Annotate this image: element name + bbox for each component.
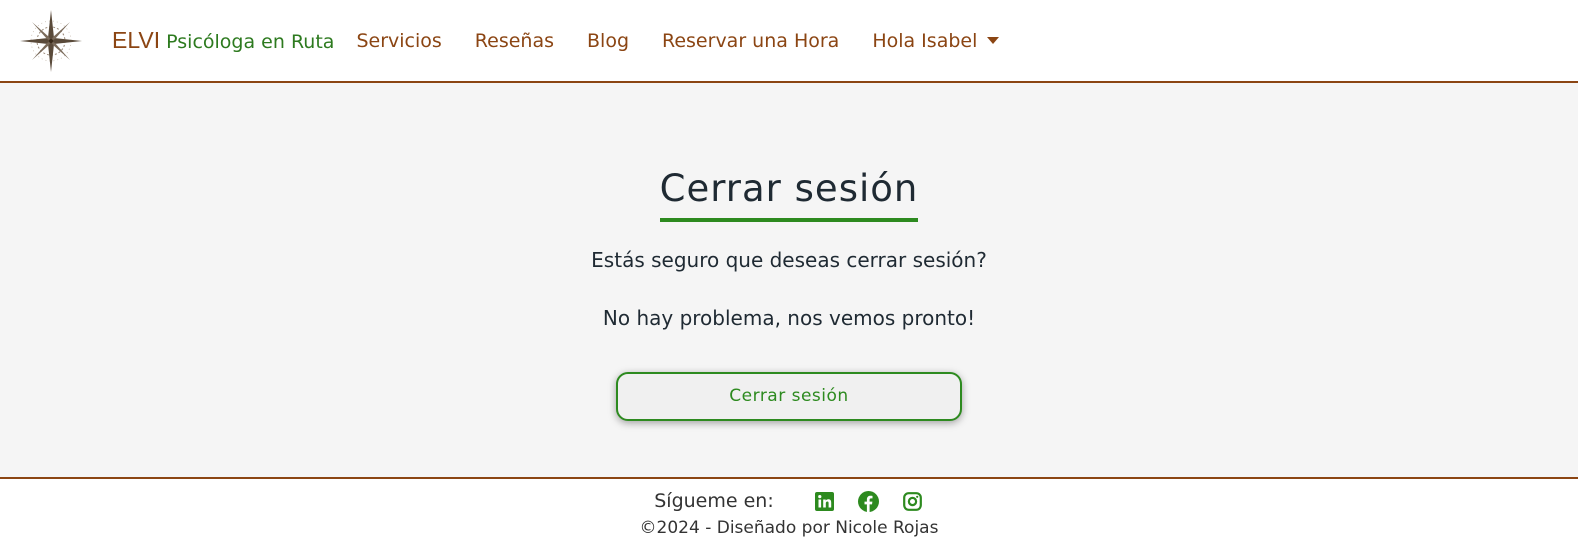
user-menu-dropdown[interactable]: Hola Isabel	[872, 29, 1000, 52]
social-links: Sígueme en:	[654, 490, 924, 512]
brand-name: ELVI	[112, 27, 161, 53]
brand-tagline: Psicóloga en Ruta	[166, 31, 335, 53]
copyright: ©2024 - Diseñado por Nicole Rojas	[639, 518, 939, 538]
page-title: Cerrar sesión	[659, 168, 919, 222]
compass-logo-icon[interactable]	[16, 6, 86, 76]
brand[interactable]: ELVI Psicóloga en Ruta	[112, 27, 334, 54]
logout-question: Estás seguro que deseas cerrar sesión?	[591, 247, 987, 272]
nav-blog[interactable]: Blog	[587, 30, 629, 52]
nav-servicios[interactable]: Servicios	[356, 30, 441, 52]
instagram-icon[interactable]	[902, 490, 924, 512]
user-greeting: Hola Isabel	[872, 29, 978, 52]
nav-reservar[interactable]: Reservar una Hora	[662, 30, 839, 52]
navbar: ELVI Psicóloga en Ruta Servicios Reseñas…	[0, 0, 1578, 83]
logout-message: No hay problema, nos vemos pronto!	[602, 305, 976, 330]
follow-label: Sígueme en:	[654, 490, 774, 512]
facebook-icon[interactable]	[858, 490, 880, 512]
nav-resenas[interactable]: Reseñas	[475, 30, 554, 52]
logout-button[interactable]: Cerrar sesión	[616, 371, 962, 421]
caret-down-icon	[987, 37, 1000, 44]
linkedin-icon[interactable]	[814, 490, 836, 512]
footer: Sígueme en: ©2024 - Diseñado por Nicole …	[0, 479, 1578, 538]
logout-section: Cerrar sesión Estás seguro que deseas ce…	[0, 83, 1578, 479]
